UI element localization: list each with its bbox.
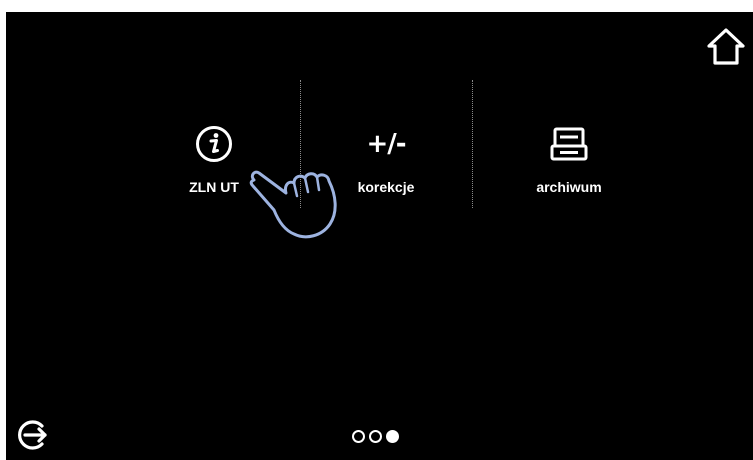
info-icon [192, 122, 236, 166]
menu-divider [472, 80, 473, 208]
menu-item-label: archiwum [536, 179, 602, 195]
menu-divider [300, 80, 301, 208]
menu-item-corrections[interactable]: +/- korekcje [331, 122, 441, 208]
device-screen: ZLN UT +/- korekcje archiwum [6, 12, 753, 460]
page-dot[interactable] [352, 430, 365, 443]
exit-button[interactable] [16, 418, 50, 452]
menu-item-archive[interactable]: archiwum [514, 122, 624, 208]
menu-item-info[interactable]: ZLN UT [159, 122, 269, 208]
plus-minus-icon: +/- [366, 129, 406, 159]
menu-item-label: ZLN UT [189, 179, 239, 195]
archive-icon [547, 122, 591, 166]
page-indicator [352, 430, 399, 443]
home-button[interactable] [706, 26, 746, 66]
page-dot[interactable] [369, 430, 382, 443]
exit-icon [18, 420, 47, 450]
home-icon [707, 28, 745, 65]
menu-item-label: korekcje [357, 179, 415, 195]
page-dot-active[interactable] [386, 430, 399, 443]
